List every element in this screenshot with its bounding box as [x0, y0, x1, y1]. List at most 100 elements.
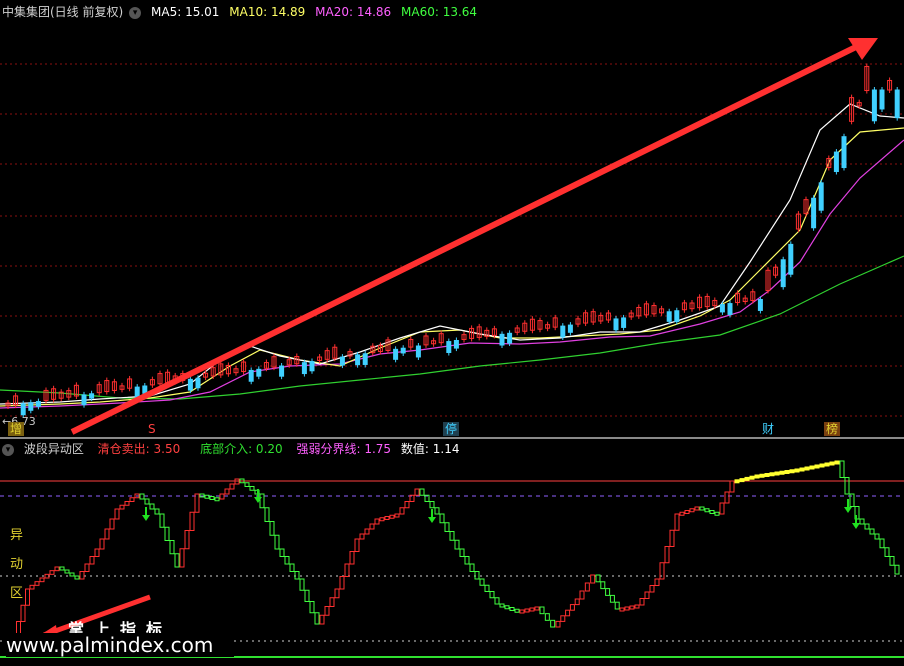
indicator-bar [129, 497, 135, 502]
candle-body [446, 341, 452, 354]
indicator-bar [719, 502, 725, 515]
indicator-bar [349, 551, 355, 565]
indicator-bar [284, 556, 290, 565]
indicator-bar [789, 469, 795, 474]
indicator-bar [619, 607, 625, 612]
candle-body [818, 182, 824, 211]
event-tag-zeng[interactable]: 增 [8, 422, 25, 436]
indicator-bar [534, 606, 540, 611]
indicator-bar [634, 604, 640, 609]
indicator-bar [544, 613, 550, 621]
indicator-bar [274, 534, 280, 550]
indicator-bar [354, 538, 360, 552]
indicator-bar [59, 566, 65, 571]
indicator-bar [194, 493, 200, 513]
indicator-bar [550, 619, 556, 628]
indicator-bar [614, 601, 620, 610]
indicator-bar [574, 598, 580, 606]
indicator-bar [419, 488, 425, 496]
indicator-bar [374, 518, 380, 525]
clear-sell-label: 清仓卖出: 3.50 [97, 442, 181, 456]
indicator-bar [54, 566, 60, 572]
indicator-bar [529, 607, 535, 612]
indicator-bar [224, 488, 230, 495]
indicator-bar [399, 507, 405, 515]
indicator-bar [664, 546, 670, 564]
indicator-bar [560, 615, 566, 622]
indicator-bar [359, 533, 365, 540]
indicator-name[interactable]: 波段异动区 [24, 442, 84, 456]
candle-body [780, 259, 786, 288]
indicator-bar [859, 518, 865, 525]
indicator-bar [124, 501, 130, 506]
indicator-bar [164, 526, 170, 541]
indicator-bar [709, 510, 715, 514]
indicator-bar [39, 577, 45, 583]
main-price-chart[interactable] [0, 0, 904, 437]
indicator-bar [509, 607, 515, 611]
stock-chart-window: 中集集团(日线 前复权) ▾ MA5: 15.01 MA10: 14.89 MA2… [0, 0, 904, 666]
indicator-bar [714, 511, 720, 516]
indicator-bar [724, 491, 730, 504]
indicator-bar [449, 531, 455, 541]
indicator-bar [884, 547, 890, 557]
event-tag-bang[interactable]: 榜 [824, 422, 841, 436]
indicator-bar [609, 594, 615, 603]
indicator-bar [844, 477, 850, 495]
indicator-bar [569, 604, 575, 611]
indicator-bar [369, 523, 375, 530]
indicator-bar [819, 463, 825, 468]
indicator-bar [504, 605, 510, 610]
indicator-bar [94, 548, 100, 557]
indicator-bar [454, 539, 460, 550]
indicator-bar [514, 608, 520, 613]
event-tag-s[interactable]: S [146, 422, 158, 436]
indicator-bar [364, 528, 370, 535]
candle-body [560, 325, 566, 338]
candle-body [613, 318, 619, 331]
candle-body [142, 385, 148, 394]
indicator-bar [794, 468, 800, 473]
sell-signal-arrow [254, 497, 262, 503]
bottom-entry-label: 底部介入: 0.20 [200, 442, 283, 456]
indicator-bar [49, 570, 55, 575]
ma10-line [0, 127, 904, 407]
indicator-bar [739, 478, 745, 483]
candle-body [309, 361, 315, 372]
indicator-bar [439, 513, 445, 524]
indicator-bar [339, 576, 345, 590]
indicator-bar [79, 571, 85, 580]
chevron-down-icon[interactable]: ▾ [2, 443, 14, 456]
indicator-bar [269, 521, 275, 536]
indicator-bar [729, 480, 735, 493]
candle-body [757, 298, 763, 311]
indicator-bar [595, 574, 601, 583]
indicator-bar [555, 620, 561, 628]
indicator-bar [214, 497, 220, 502]
indicator-bar [759, 473, 765, 478]
candle-body [355, 354, 361, 366]
stock-title[interactable]: 中集集团(日线 前复权) [2, 5, 123, 19]
indicator-bar [404, 501, 410, 509]
indicator-bar [459, 548, 465, 557]
indicator-bar [104, 528, 110, 540]
chevron-down-icon[interactable]: ▾ [129, 6, 142, 19]
event-tag-ting[interactable]: 停 [443, 422, 460, 436]
indicator-bar [749, 475, 755, 480]
candle-body [415, 345, 421, 358]
indicator-bar [894, 564, 900, 575]
event-tag-cai[interactable]: 财 [760, 422, 776, 436]
indicator-bar [649, 585, 655, 593]
indicator-bar [74, 575, 80, 580]
watermark-url: www.palmindex.com [6, 633, 234, 657]
indicator-bar [329, 597, 335, 607]
indicator-bar [704, 508, 710, 513]
indicator-bar [314, 612, 320, 625]
side-char-dong: 动 [10, 557, 24, 572]
indicator-bar [734, 479, 740, 484]
indicator-bar [149, 503, 155, 510]
indicator-bar [474, 571, 480, 580]
indicator-bar [279, 548, 285, 557]
sell-signal-arrow [428, 517, 436, 523]
indicator-bar [334, 588, 340, 599]
